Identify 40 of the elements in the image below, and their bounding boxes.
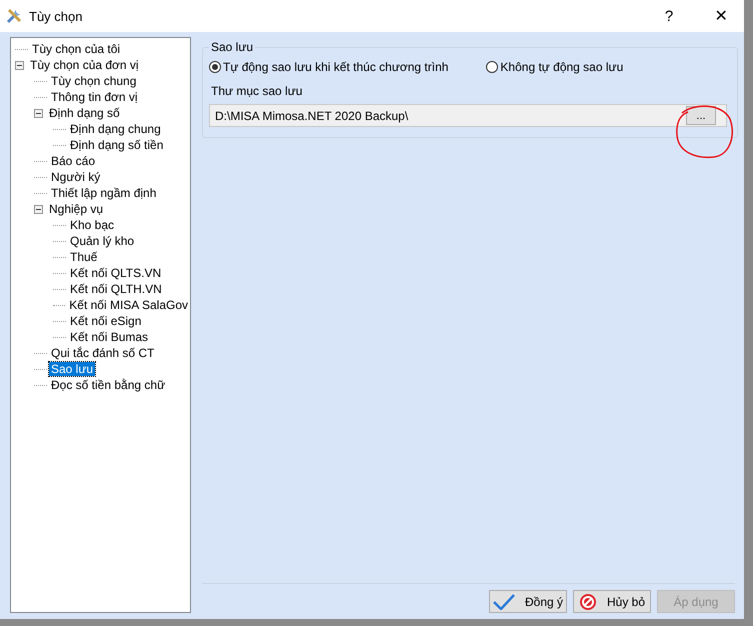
- tree-item[interactable]: Thiết lập ngầm định: [49, 186, 158, 200]
- collapse-icon[interactable]: [34, 108, 43, 118]
- tree-item[interactable]: Định dạng số tiền: [68, 138, 166, 152]
- tools-icon: [5, 7, 23, 25]
- tree-item[interactable]: Nghiệp vụ: [47, 202, 106, 216]
- tree-item[interactable]: Tùy chọn chung: [49, 74, 138, 88]
- cancel-button[interactable]: Hủy bỏ: [573, 590, 651, 613]
- tree-item[interactable]: Người ký: [49, 170, 102, 184]
- tree-item[interactable]: Quản lý kho: [68, 234, 136, 248]
- ok-button[interactable]: Đồng ý: [489, 590, 567, 613]
- group-title: Sao lưu: [209, 40, 256, 54]
- tree-item[interactable]: Báo cáo: [49, 154, 98, 168]
- radio-option[interactable]: Không tự động sao lưu: [486, 60, 624, 74]
- tree-item[interactable]: Kết nối QLTS.VN: [68, 266, 164, 280]
- tree-item[interactable]: Định dạng số: [47, 106, 122, 120]
- tree-item[interactable]: Kết nối QLTH.VN: [68, 282, 164, 296]
- circle-annotation: [674, 105, 736, 159]
- tree-item[interactable]: Định dạng chung: [68, 122, 163, 136]
- tree-item[interactable]: Tùy chọn của đơn vị: [28, 58, 141, 72]
- check-icon: [492, 594, 515, 610]
- tree-item[interactable]: Kết nối Bumas: [68, 330, 150, 344]
- tree-item[interactable]: Kết nối eSign: [68, 314, 144, 328]
- help-button[interactable]: ?: [646, 0, 692, 32]
- close-button[interactable]: ✕: [698, 0, 744, 32]
- tree-item[interactable]: Kho bạc: [68, 218, 116, 232]
- folder-path-field[interactable]: D:\MISA Mimosa.NET 2020 Backup\ ...: [209, 104, 727, 127]
- collapse-icon[interactable]: [15, 60, 24, 70]
- window-title: Tùy chọn: [29, 8, 82, 24]
- tree-item[interactable]: Sao lưu: [49, 362, 96, 376]
- tree-item[interactable]: Tùy chọn của tôi: [30, 42, 122, 56]
- prohibited-icon: [578, 592, 597, 610]
- folder-label: Thư mục sao lưu: [211, 84, 304, 98]
- tree-item[interactable]: Thông tin đơn vị: [49, 90, 140, 104]
- browse-button[interactable]: ...: [686, 106, 716, 125]
- tree-item[interactable]: Thuế: [68, 250, 100, 264]
- tree-item[interactable]: Kết nối MISA SalaGov: [67, 298, 190, 312]
- collapse-icon[interactable]: [34, 204, 43, 214]
- tree-item[interactable]: Qui tắc đánh số CT: [49, 346, 156, 360]
- radio-option[interactable]: Tự động sao lưu khi kết thúc chương trình: [209, 60, 448, 74]
- tree-item[interactable]: Đọc số tiền bằng chữ: [49, 378, 168, 392]
